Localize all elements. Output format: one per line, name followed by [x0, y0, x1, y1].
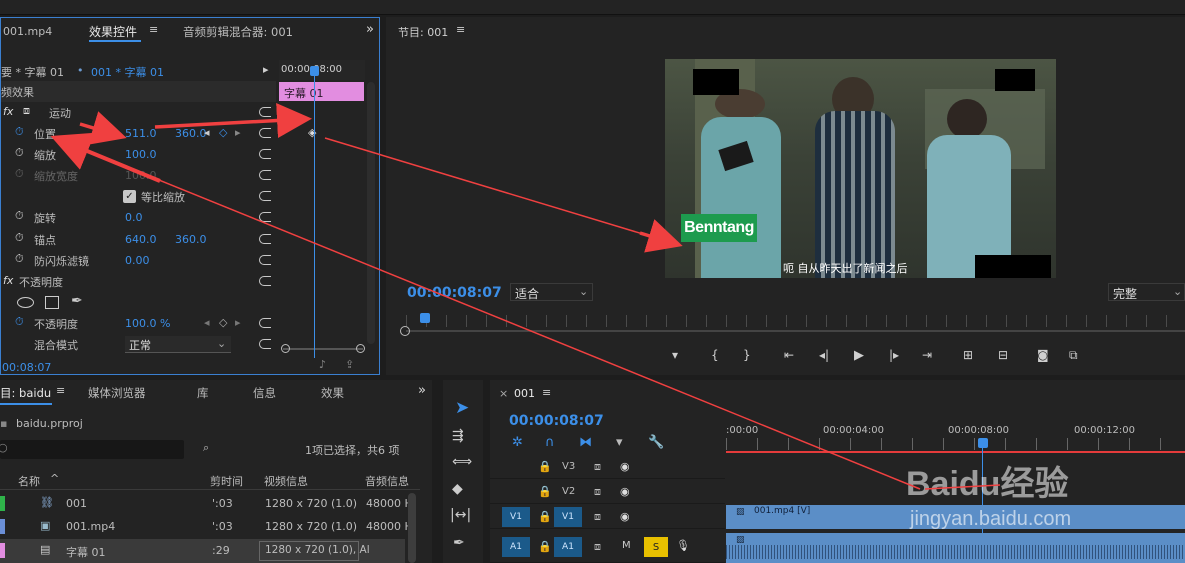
arrow-to-position-label-head: [50, 132, 161, 183]
arrow-from-clip: [924, 484, 1001, 490]
arrow-to-caption: [324, 137, 677, 245]
arrow-to-keyframe: [154, 103, 312, 138]
arrow-to-caption-head: [639, 219, 683, 253]
annotation-arrows: [50, 103, 1001, 490]
arrow-to-position-value: [79, 111, 127, 145]
arrow-to-position-label: [57, 138, 921, 490]
